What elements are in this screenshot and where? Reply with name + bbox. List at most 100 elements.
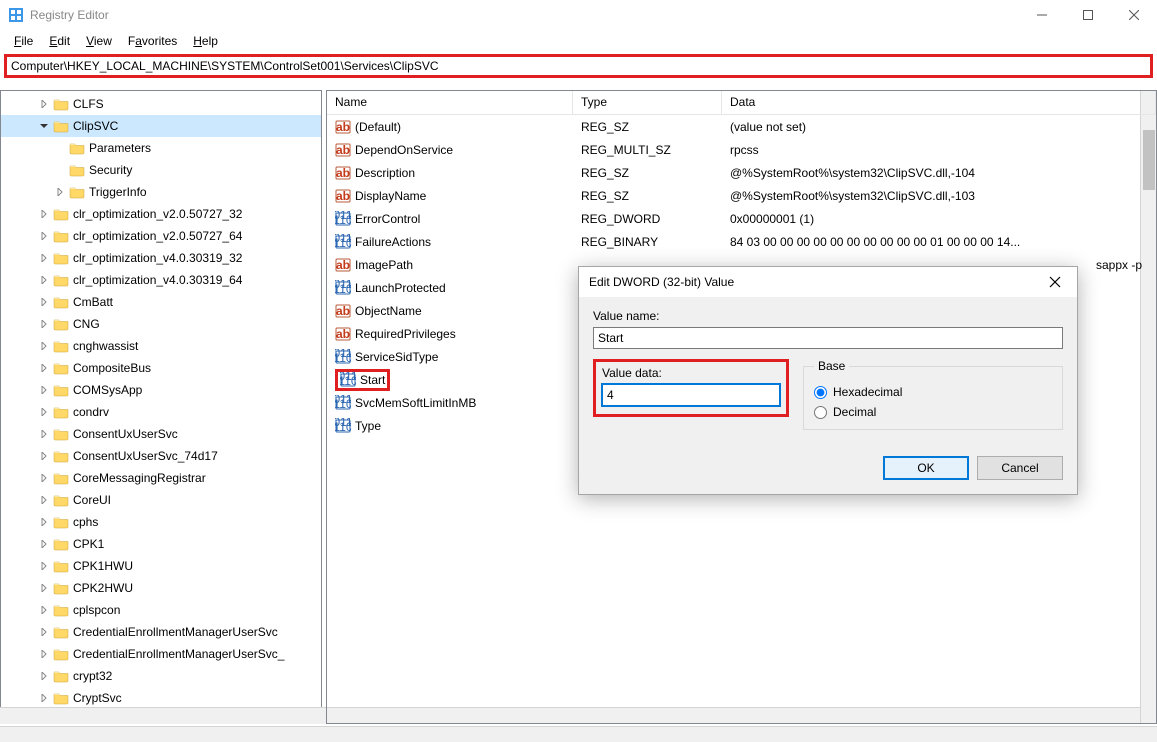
svg-text:ab: ab (336, 189, 350, 203)
value-row[interactable]: abDependOnServiceREG_MULTI_SZrpcss (327, 138, 1156, 161)
svg-text:110: 110 (335, 397, 351, 411)
tree-expander-icon[interactable] (37, 515, 51, 529)
value-row[interactable]: abDescriptionREG_SZ@%SystemRoot%\system3… (327, 161, 1156, 184)
tree-expander-icon[interactable] (37, 493, 51, 507)
tree-item[interactable]: cphs (1, 511, 321, 533)
folder-icon (53, 229, 69, 243)
tree-item[interactable]: clr_optimization_v2.0.50727_64 (1, 225, 321, 247)
tree-expander-icon[interactable] (37, 119, 51, 133)
col-header-type[interactable]: Type (573, 91, 722, 114)
tree-item[interactable]: CPK1HWU (1, 555, 321, 577)
tree-item[interactable]: CredentialEnrollmentManagerUserSvc (1, 621, 321, 643)
tree-expander-icon[interactable] (37, 207, 51, 221)
radio-decimal[interactable]: Decimal (814, 405, 1052, 419)
value-row[interactable]: abDisplayNameREG_SZ@%SystemRoot%\system3… (327, 184, 1156, 207)
dialog-titlebar[interactable]: Edit DWORD (32-bit) Value (579, 267, 1077, 297)
radio-decimal-input[interactable] (814, 406, 827, 419)
tree-item[interactable]: Parameters (1, 137, 321, 159)
tree-expander-icon[interactable] (37, 339, 51, 353)
tree-item-label: ConsentUxUserSvc_74d17 (73, 449, 218, 463)
tree-item-label: Parameters (89, 141, 151, 155)
tree-item[interactable]: cnghwassist (1, 335, 321, 357)
tree-expander-icon[interactable] (37, 295, 51, 309)
tree-expander-icon[interactable] (37, 691, 51, 705)
tree-expander-icon[interactable] (37, 405, 51, 419)
tree-item[interactable]: cplspcon (1, 599, 321, 621)
tree-item-label: CPK1 (73, 537, 104, 551)
tree-item[interactable]: CNG (1, 313, 321, 335)
cancel-button[interactable]: Cancel (977, 456, 1063, 480)
menu-edit[interactable]: Edit (41, 32, 78, 50)
menu-view[interactable]: View (78, 32, 120, 50)
tree-item[interactable]: ConsentUxUserSvc (1, 423, 321, 445)
string-value-icon: ab (335, 188, 351, 204)
tree-item[interactable]: Security (1, 159, 321, 181)
tree-expander-icon[interactable] (53, 185, 67, 199)
close-button[interactable] (1111, 0, 1157, 30)
value-name-cell: 011110FailureActions (327, 234, 573, 250)
folder-icon (53, 251, 69, 265)
ok-button[interactable]: OK (883, 456, 969, 480)
col-header-data[interactable]: Data (722, 91, 1156, 114)
tree-expander-icon[interactable] (37, 229, 51, 243)
tree-expander-icon[interactable] (37, 251, 51, 265)
value-type-cell: REG_BINARY (573, 235, 722, 249)
tree-item[interactable]: COMSysApp (1, 379, 321, 401)
menu-help[interactable]: Help (185, 32, 226, 50)
tree-item[interactable]: condrv (1, 401, 321, 423)
tree-expander-icon[interactable] (37, 317, 51, 331)
radio-hexadecimal[interactable]: Hexadecimal (814, 385, 1052, 399)
tree-expander-icon[interactable] (37, 273, 51, 287)
menu-file[interactable]: Filedocument.currentScript.previousEleme… (6, 32, 41, 50)
tree-expander-icon[interactable] (37, 537, 51, 551)
tree-expander-icon[interactable] (37, 559, 51, 573)
svg-text:ab: ab (336, 304, 350, 318)
tree-item[interactable]: clr_optimization_v2.0.50727_32 (1, 203, 321, 225)
tree-item[interactable]: CompositeBus (1, 357, 321, 379)
tree-scrollbar-horizontal[interactable] (0, 707, 322, 724)
value-row[interactable]: ab(Default)REG_SZ(value not set) (327, 115, 1156, 138)
tree-expander-icon[interactable] (37, 449, 51, 463)
dialog-close-button[interactable] (1043, 270, 1067, 294)
tree-item[interactable]: CLFS (1, 93, 321, 115)
value-data-input[interactable] (602, 384, 780, 406)
tree-expander-icon[interactable] (37, 647, 51, 661)
tree-item[interactable]: CredentialEnrollmentManagerUserSvc_ (1, 643, 321, 665)
tree-item[interactable]: TriggerInfo (1, 181, 321, 203)
value-row[interactable]: 011110ErrorControlREG_DWORD0x00000001 (1… (327, 207, 1156, 230)
tree-item-label: TriggerInfo (89, 185, 147, 199)
maximize-button[interactable] (1065, 0, 1111, 30)
tree-item[interactable]: CmBatt (1, 291, 321, 313)
tree-expander-icon[interactable] (37, 361, 51, 375)
registry-tree[interactable]: CLFSClipSVC Parameters Security TriggerInfo… (0, 90, 322, 724)
tree-item[interactable]: clr_optimization_v4.0.30319_64 (1, 269, 321, 291)
tree-expander-icon[interactable] (37, 669, 51, 683)
tree-item-label: clr_optimization_v2.0.50727_64 (73, 229, 242, 243)
menu-favorites[interactable]: Favorites (120, 32, 185, 50)
tree-expander-icon[interactable] (37, 97, 51, 111)
tree-expander-icon[interactable] (37, 427, 51, 441)
col-header-name[interactable]: Name (327, 91, 573, 114)
folder-icon (53, 669, 69, 683)
folder-icon (69, 141, 85, 155)
tree-item[interactable]: CoreMessagingRegistrar (1, 467, 321, 489)
tree-item[interactable]: CPK1 (1, 533, 321, 555)
radio-hexadecimal-input[interactable] (814, 386, 827, 399)
tree-expander-icon[interactable] (37, 581, 51, 595)
value-name-input[interactable] (593, 327, 1063, 349)
tree-expander-icon[interactable] (37, 603, 51, 617)
address-bar[interactable]: Computer\HKEY_LOCAL_MACHINE\SYSTEM\Contr… (4, 54, 1153, 78)
tree-item[interactable]: ConsentUxUserSvc_74d17 (1, 445, 321, 467)
window-title: Registry Editor (30, 8, 1019, 22)
tree-item[interactable]: ClipSVC (1, 115, 321, 137)
tree-item[interactable]: crypt32 (1, 665, 321, 687)
tree-item[interactable]: clr_optimization_v4.0.30319_32 (1, 247, 321, 269)
tree-expander-icon[interactable] (37, 625, 51, 639)
tree-item[interactable]: CryptSvc (1, 687, 321, 709)
tree-expander-icon[interactable] (37, 383, 51, 397)
value-row[interactable]: 011110FailureActionsREG_BINARY84 03 00 0… (327, 230, 1156, 253)
tree-item[interactable]: CPK2HWU (1, 577, 321, 599)
tree-expander-icon[interactable] (37, 471, 51, 485)
minimize-button[interactable] (1019, 0, 1065, 30)
tree-item[interactable]: CoreUI (1, 489, 321, 511)
